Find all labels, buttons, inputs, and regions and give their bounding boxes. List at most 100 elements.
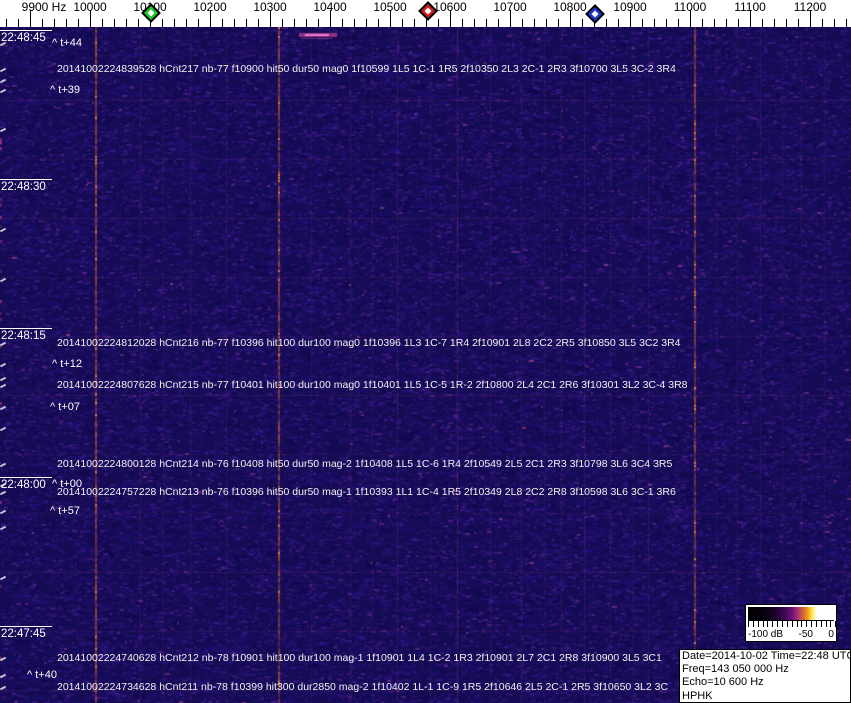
status-info-box: Date=2014-10-02 Time=22:48 UTC Freq=143 … [679, 649, 851, 703]
ruler-tick [318, 19, 319, 27]
event-time-marker: ^ t+44 [52, 37, 82, 49]
detection-log-line: 20141002224800128 hCnt214 nb-76 f10408 h… [57, 458, 673, 470]
ruler-tick [654, 19, 655, 27]
ruler-tick [438, 19, 439, 27]
ruler-tick [534, 19, 535, 27]
ruler-tick [798, 19, 799, 27]
db-scale-max-label: 0 [828, 629, 834, 640]
row-edge-mark [0, 462, 7, 468]
meteor-echo-app-window: 9900 Hz100001010010200103001040010500106… [0, 0, 851, 703]
ruler-tick [666, 19, 667, 27]
ruler-tick [294, 19, 295, 27]
ruler-tick [678, 19, 679, 27]
color-gradient-bar [748, 607, 834, 621]
ruler-frequency-label: 10600 [433, 0, 467, 14]
green-marker-icon[interactable] [141, 3, 161, 28]
ruler-tick [246, 19, 247, 27]
ruler-tick [354, 19, 355, 27]
ruler-tick [714, 19, 715, 27]
row-edge-mark [0, 405, 7, 411]
db-scale-min-label: -100 dB [748, 629, 784, 640]
ruler-tick [282, 19, 283, 27]
ruler-tick [762, 19, 763, 27]
ruler-tick [258, 19, 259, 27]
row-edge-mark [0, 656, 7, 662]
ruler-tick [162, 19, 163, 27]
db-scale-tick [806, 621, 807, 627]
ruler-frequency-label: 10200 [193, 0, 227, 14]
ruler-frequency-label: 10400 [313, 0, 347, 14]
ruler-tick [306, 19, 307, 27]
ruler-tick [498, 19, 499, 27]
row-edge-mark [0, 490, 7, 496]
info-frequency: Freq=143 050 000 Hz [682, 663, 789, 676]
event-time-marker: ^ t+07 [50, 401, 80, 413]
five-second-tick [0, 376, 7, 382]
event-time-marker: ^ t+57 [50, 505, 80, 517]
info-station-code: HPHK [682, 689, 713, 702]
ruler-tick [402, 19, 403, 27]
five-second-tick [0, 575, 7, 581]
ruler-tick [726, 19, 727, 27]
ruler-tick [54, 19, 55, 27]
ruler-tick [822, 19, 823, 27]
event-time-marker: ^ t+12 [52, 358, 82, 370]
ruler-tick [114, 19, 115, 27]
info-date-time: Date=2014-10-02 Time=22:48 UTC [682, 650, 851, 662]
time-axis-label: 22:47:45 [1, 628, 46, 640]
five-second-tick [0, 127, 7, 133]
frequency-ruler: 9900 Hz100001010010200103001040010500106… [0, 0, 851, 27]
row-edge-mark [0, 383, 7, 389]
ruler-tick [702, 19, 703, 27]
ruler-tick [366, 19, 367, 27]
five-second-tick [0, 426, 7, 432]
ruler-frequency-label: 10700 [493, 0, 527, 14]
ruler-tick [642, 19, 643, 27]
event-time-marker: ^ t+40 [27, 669, 57, 681]
time-grid-line [0, 179, 52, 180]
time-grid-line [0, 30, 52, 31]
event-time-marker: ^ t+39 [50, 84, 80, 96]
db-scale-tick [782, 621, 783, 627]
ruler-tick [18, 19, 19, 27]
ruler-tick [78, 19, 79, 27]
row-edge-mark [0, 685, 7, 691]
db-scale-tick [763, 621, 764, 627]
five-second-tick [0, 227, 7, 233]
db-scale-mid-label: -50 [798, 629, 813, 640]
ruler-tick [198, 19, 199, 27]
time-grid-line [0, 328, 52, 329]
ruler-tick [138, 19, 139, 27]
ruler-tick [834, 19, 835, 27]
ruler-tick [414, 19, 415, 27]
ruler-tick [102, 19, 103, 27]
row-edge-mark [0, 509, 7, 515]
ruler-tick [846, 19, 847, 27]
time-axis-label: 22:48:30 [1, 181, 46, 193]
ruler-tick [546, 19, 547, 27]
ruler-tick [342, 19, 343, 27]
db-scale-tick [816, 621, 817, 627]
ruler-tick [126, 19, 127, 27]
ruler-frequency-label: 10300 [253, 0, 287, 14]
info-echo-frequency: Echo=10 600 Hz [682, 676, 764, 689]
ruler-tick [6, 19, 7, 27]
event-time-marker: ^ t+00 [52, 478, 82, 490]
ruler-frequency-label: 10800 [553, 0, 587, 14]
db-scale-tick [830, 621, 831, 627]
red-marker-icon[interactable] [418, 1, 438, 26]
db-scale-tick [792, 621, 793, 627]
detection-log-line: 20141002224839528 hCnt217 nb-77 f10900 h… [57, 63, 676, 75]
blue-marker-icon[interactable] [585, 4, 605, 29]
db-scale-tick [753, 621, 754, 627]
db-scale-ticks [748, 621, 836, 628]
db-scale-tick [826, 621, 827, 627]
ruler-tick [774, 19, 775, 27]
ruler-frequency-label: 11200 [793, 0, 827, 14]
ruler-tick [222, 19, 223, 27]
ruler-tick [66, 19, 67, 27]
db-scale-tick [748, 621, 749, 627]
ruler-tick [462, 19, 463, 27]
five-second-tick [0, 78, 7, 84]
row-edge-mark [0, 362, 7, 368]
